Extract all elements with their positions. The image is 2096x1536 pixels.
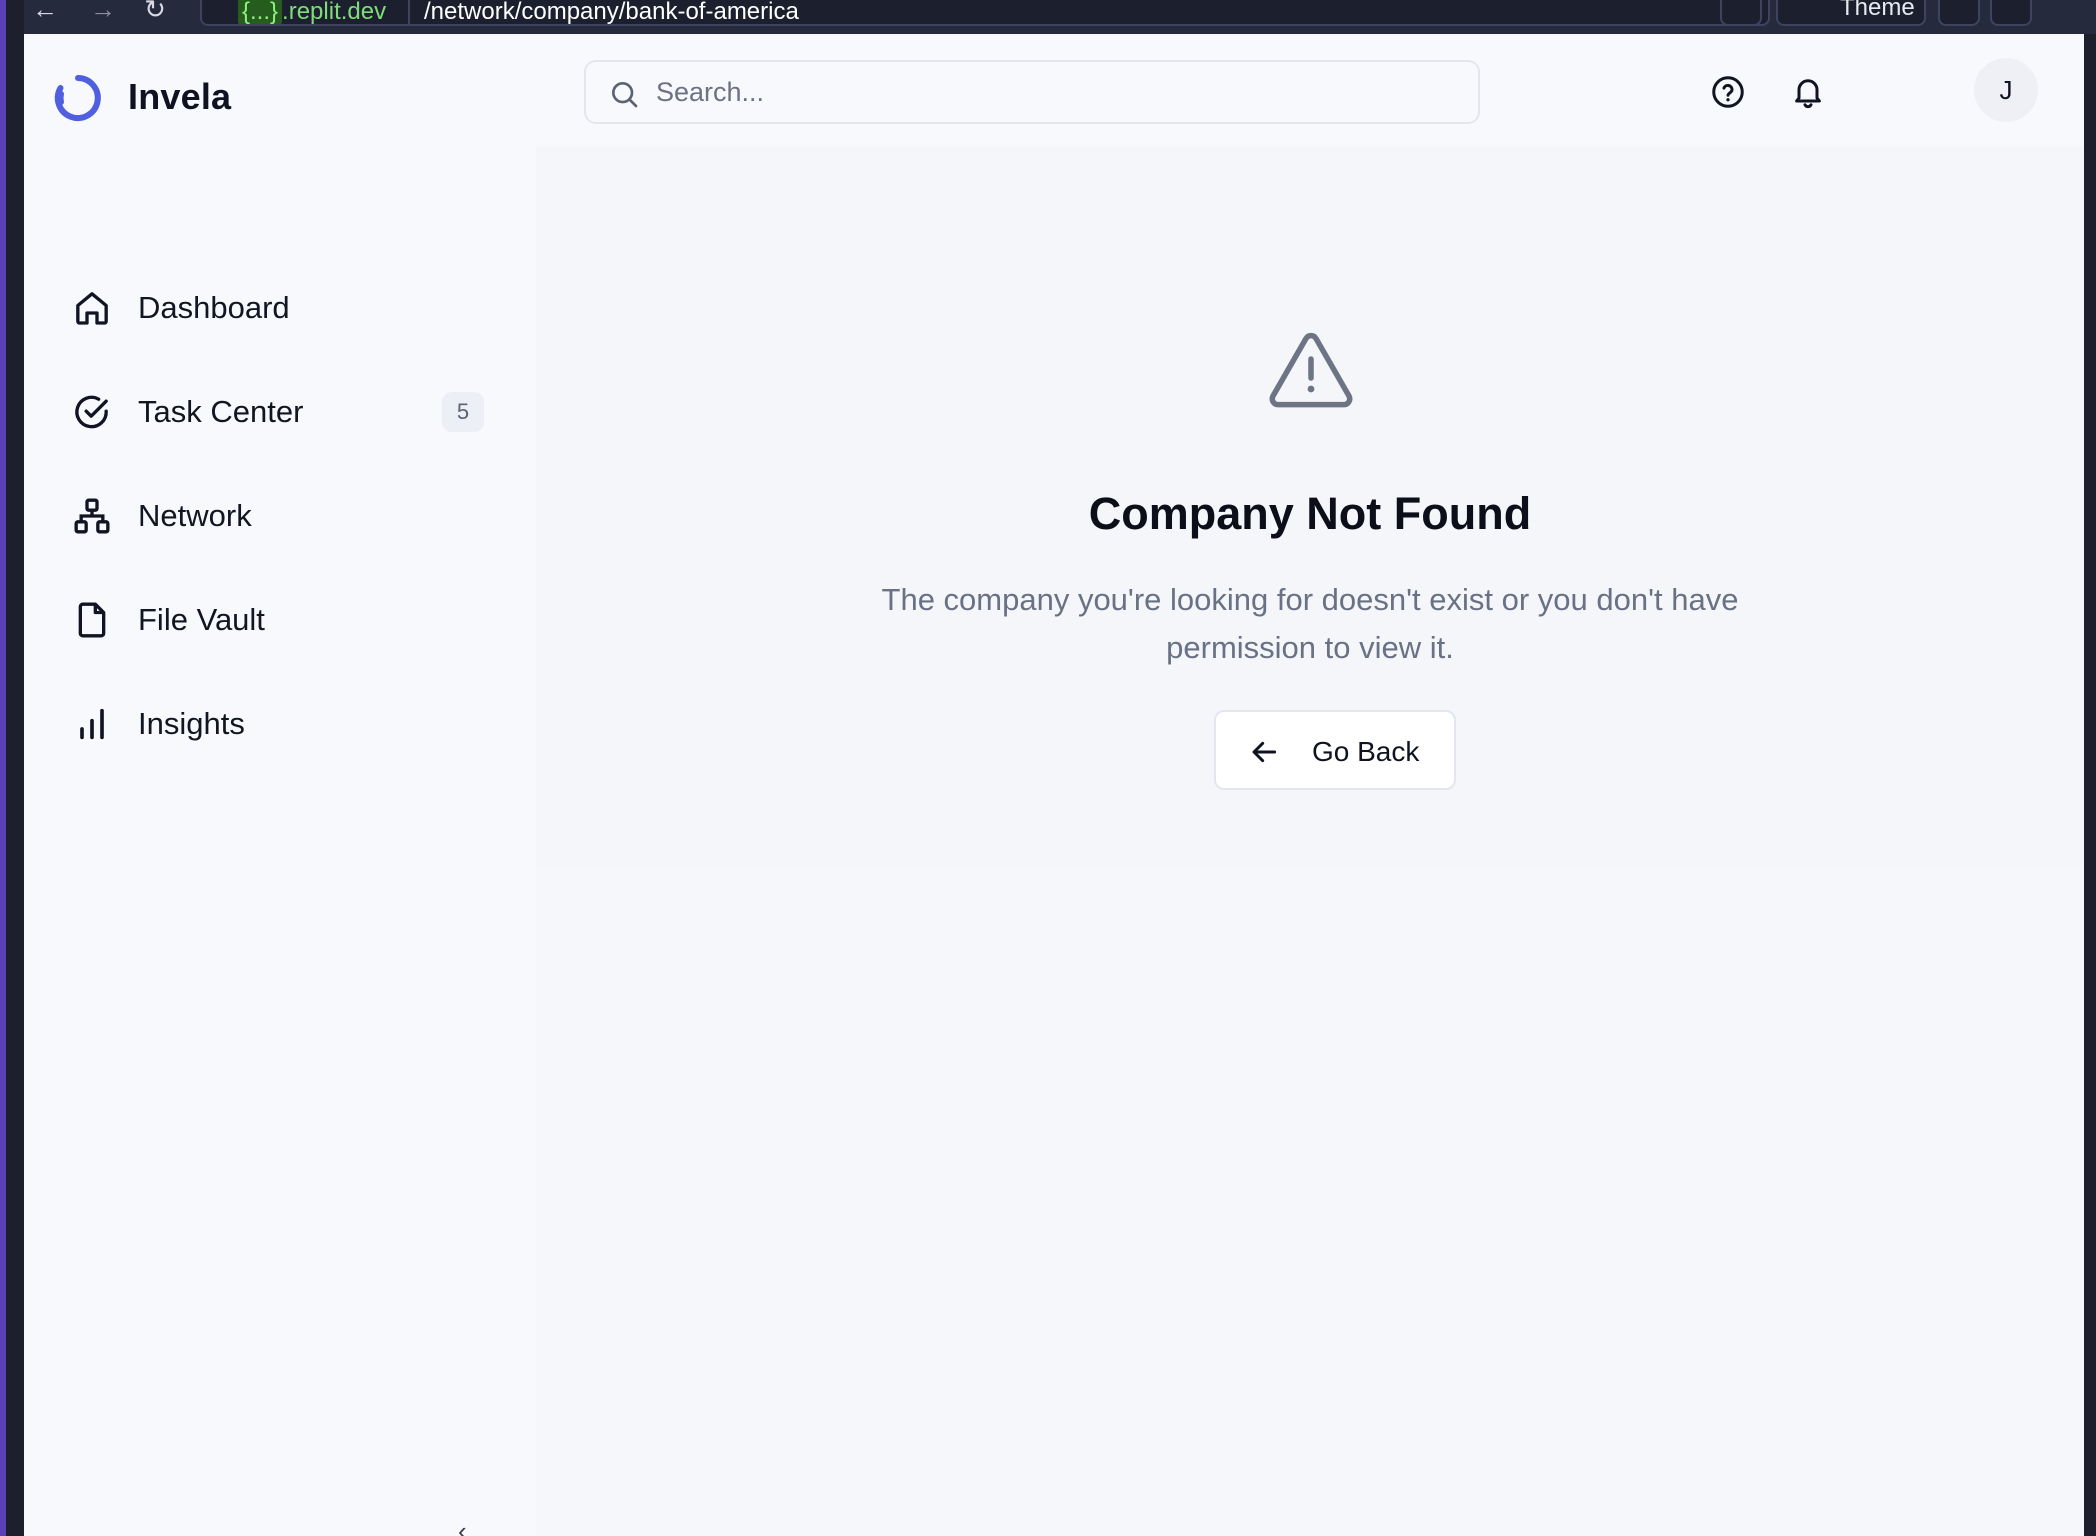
- window-right-edge: [2084, 34, 2096, 1536]
- main-content: Company Not Found The company you're loo…: [536, 146, 2084, 1536]
- brand-name: Invela: [128, 76, 232, 117]
- go-back-button[interactable]: Go Back: [1214, 710, 1456, 790]
- search-bar[interactable]: [584, 60, 1480, 124]
- open-external-icon[interactable]: [1990, 0, 2032, 26]
- sidebar-item-label: Network: [138, 498, 252, 533]
- devices-icon[interactable]: [1720, 0, 1762, 26]
- sidebar-item-label: Dashboard: [138, 290, 290, 325]
- error-description: The company you're looking for doesn't e…: [881, 582, 1739, 665]
- check-circle-icon: [75, 395, 108, 429]
- address-bar[interactable]: {...} .replit.dev /network/company/bank-o…: [200, 0, 1770, 26]
- search-input[interactable]: [656, 72, 1456, 112]
- url-path: /network/company/bank-of-america: [424, 0, 799, 25]
- sidebar: Dashboard Task Center 5 Network File Vau…: [24, 146, 536, 1536]
- file-icon: [78, 602, 106, 638]
- theme-button[interactable]: Theme: [1776, 0, 1926, 26]
- sidebar-item-task-center[interactable]: Task Center 5: [60, 380, 500, 444]
- alert-triangle-icon: [1269, 332, 1353, 408]
- bar-chart-icon: [80, 708, 104, 740]
- theme-label: Theme: [1840, 0, 1915, 21]
- reload-icon[interactable]: ↻: [138, 0, 172, 26]
- help-icon[interactable]: [1710, 74, 1746, 110]
- url-separator: [408, 0, 410, 24]
- search-icon: [612, 82, 638, 108]
- content-background: [536, 866, 2084, 1536]
- forward-arrow-icon[interactable]: →: [86, 0, 120, 26]
- arrow-left-icon: [1252, 741, 1277, 763]
- go-back-label: Go Back: [1312, 736, 1420, 767]
- sidebar-item-dashboard[interactable]: Dashboard: [60, 276, 500, 340]
- invela-logo-icon[interactable]: [52, 72, 104, 124]
- home-icon: [76, 292, 108, 325]
- user-avatar[interactable]: J: [1974, 58, 2038, 122]
- sidebar-item-network[interactable]: Network: [60, 484, 500, 548]
- top-bar: Invela J: [24, 34, 2084, 146]
- sidebar-item-insights[interactable]: Insights: [60, 692, 500, 756]
- browser-toolbar: ← → ↻ {...} .replit.dev /network/company/…: [24, 0, 2096, 34]
- url-host: {...} .replit.dev: [238, 0, 386, 24]
- task-count-badge: 5: [442, 392, 484, 432]
- network-icon: [74, 498, 110, 534]
- sidebar-item-label: Task Center: [138, 394, 304, 429]
- page-title: Company Not Found: [1088, 488, 1532, 539]
- sidebar-item-label: Insights: [138, 706, 245, 741]
- back-arrow-icon[interactable]: ←: [28, 0, 62, 26]
- collapse-sidebar-icon[interactable]: ‹: [458, 1516, 488, 1536]
- app-window: Invela J Dashboard: [24, 34, 2084, 1536]
- window-edge: [0, 0, 6, 1536]
- bell-icon[interactable]: [1790, 74, 1826, 110]
- sidebar-item-file-vault[interactable]: File Vault: [60, 588, 500, 652]
- wrench-icon[interactable]: [1938, 0, 1980, 26]
- sidebar-item-label: File Vault: [138, 602, 265, 637]
